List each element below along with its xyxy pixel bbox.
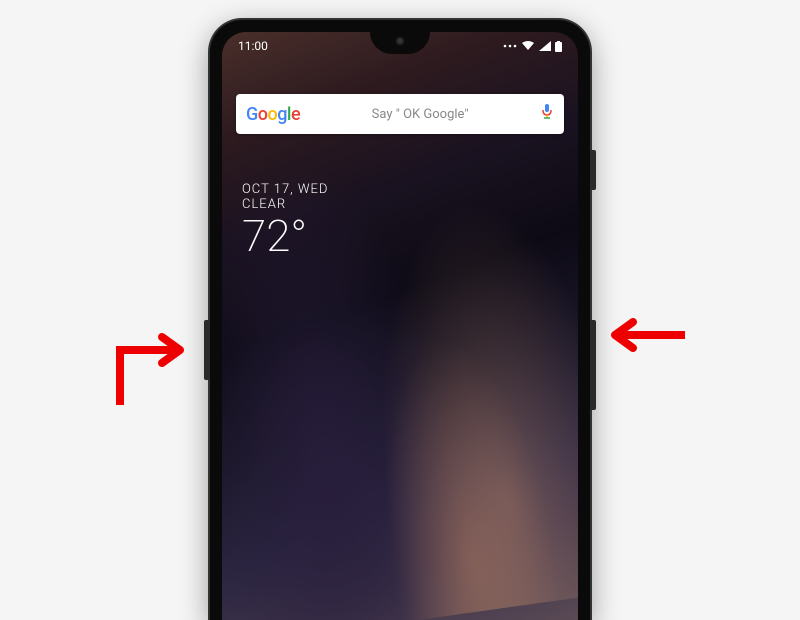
phone-frame: 11:00 Google Say " OK Google" bbox=[210, 20, 590, 620]
phone-screen: 11:00 Google Say " OK Google" bbox=[222, 32, 578, 620]
battery-icon bbox=[555, 41, 562, 52]
google-logo: Google bbox=[246, 104, 300, 125]
annotation-arrow-left bbox=[110, 315, 200, 415]
wifi-icon bbox=[521, 41, 535, 51]
wallpaper bbox=[222, 64, 578, 620]
power-button[interactable] bbox=[590, 320, 596, 410]
alert-slider-button[interactable] bbox=[590, 150, 596, 190]
more-dots-icon bbox=[503, 41, 517, 51]
search-placeholder: Say " OK Google" bbox=[300, 107, 540, 122]
status-icons bbox=[503, 41, 562, 52]
weather-widget[interactable]: OCT 17, WED CLEAR 72° bbox=[242, 182, 328, 260]
weather-temperature: 72° bbox=[242, 212, 328, 260]
volume-button[interactable] bbox=[204, 320, 210, 380]
mic-icon[interactable] bbox=[540, 103, 554, 125]
google-search-bar[interactable]: Google Say " OK Google" bbox=[236, 94, 564, 134]
status-time: 11:00 bbox=[238, 39, 268, 53]
cell-signal-icon bbox=[539, 41, 551, 51]
weather-date: OCT 17, WED bbox=[242, 182, 328, 197]
annotation-arrow-right bbox=[600, 315, 690, 355]
front-camera bbox=[395, 36, 405, 46]
